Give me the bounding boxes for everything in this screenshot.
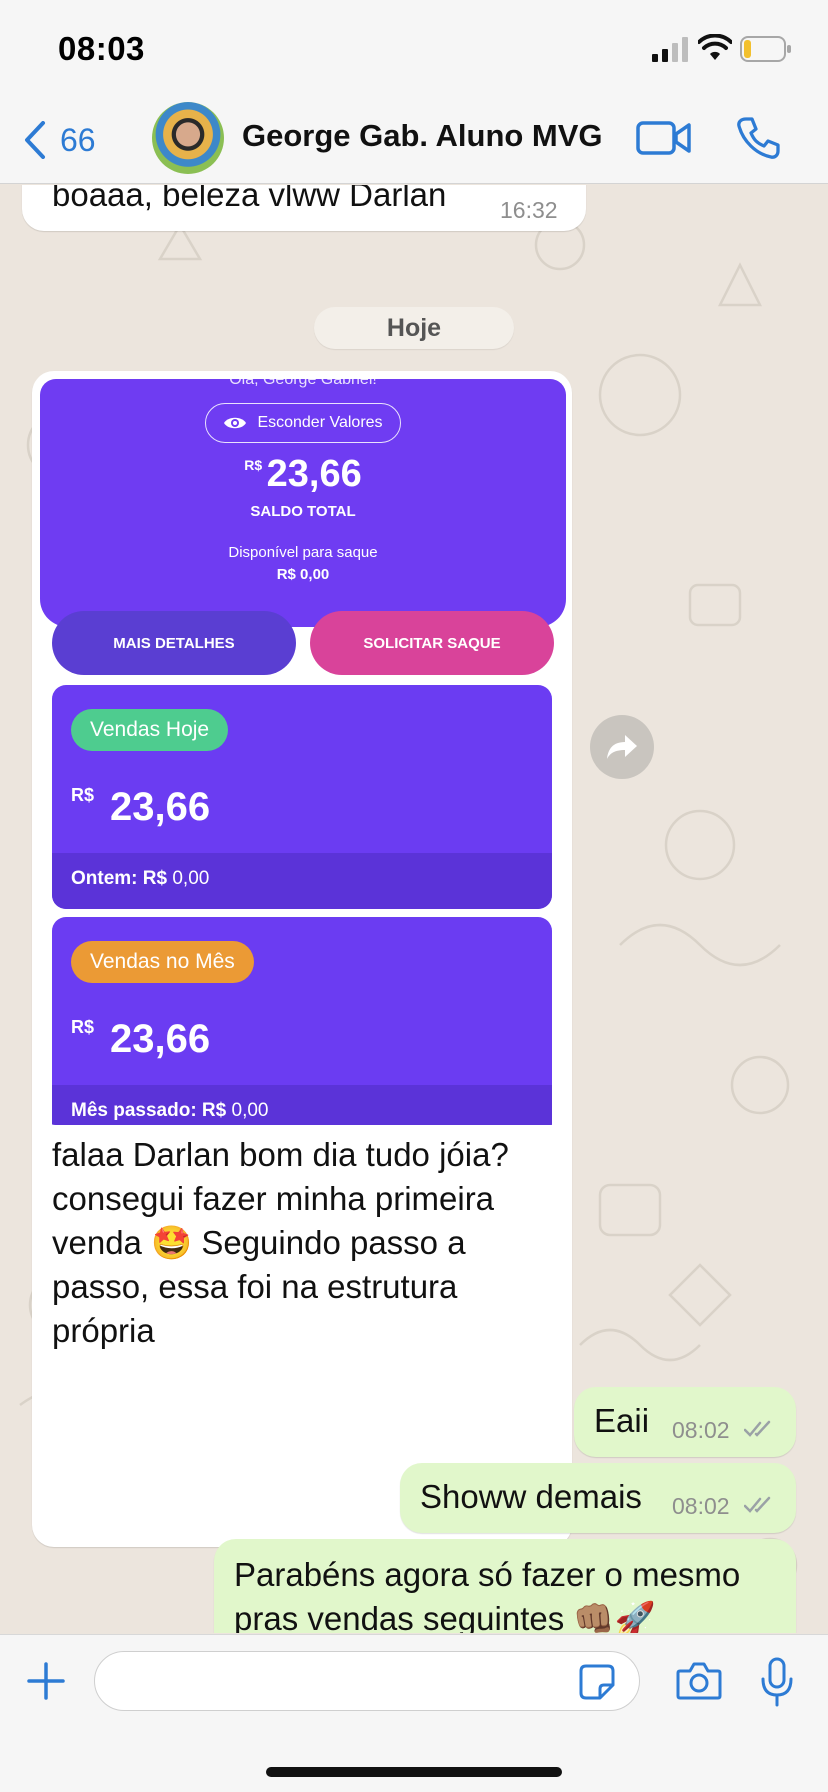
microphone-icon[interactable] [760, 1657, 794, 1707]
cellular-signal-icon [652, 37, 688, 62]
forward-button[interactable] [590, 715, 654, 779]
card-footer-label: Mês passado: R$ [71, 1100, 227, 1121]
message-text: boaaa, beleza vlww Darlan [52, 185, 447, 213]
caption-line: consegui fazer minha primeira [52, 1180, 495, 1217]
status-time: 08:03 [58, 30, 145, 67]
plus-icon[interactable] [26, 1661, 66, 1701]
read-receipt-icon [744, 1496, 771, 1513]
message-text: Eaii [594, 1402, 650, 1439]
caption-line: falaa Darlan bom dia tudo jóia? [52, 1136, 509, 1173]
back-chevron-icon [25, 121, 45, 159]
caption-line: própria [52, 1312, 155, 1349]
incoming-message[interactable]: boaaa, beleza vlww Darlan 16:32 [22, 185, 586, 231]
balance-currency: R$ [244, 457, 263, 473]
avatar[interactable] [152, 102, 224, 174]
outgoing-message[interactable]: Showw demais 08:02 [400, 1463, 796, 1533]
total-balance: R$ 23,66 [40, 453, 566, 496]
video-call-icon[interactable] [636, 120, 692, 156]
balance-label: SALDO TOTAL [250, 503, 356, 520]
details-button: MAIS DETALHES [52, 611, 296, 675]
message-line: pras vendas seguintes 👊🏽🚀 [234, 1600, 656, 1633]
wifi-icon [698, 34, 732, 60]
unread-count: 66 [60, 121, 96, 158]
composer-bar [0, 1634, 828, 1792]
card-footer: Ontem: R$ 0,00 [52, 853, 552, 909]
message-input[interactable] [94, 1651, 640, 1711]
battery-low-icon [740, 36, 791, 62]
available-label: Disponível para saque [228, 544, 378, 561]
card-value: 23,66 [110, 785, 211, 829]
outgoing-message[interactable]: Parabéns agora só fazer o mesmo pras ven… [214, 1539, 796, 1633]
sales-month-card: Vendas no Mês R$ 23,66 Mês passado: R$ 0… [52, 917, 552, 1125]
message-time: 08:02 [672, 1417, 730, 1443]
card-badge: Vendas no Mês [71, 941, 254, 983]
card-currency: R$ [71, 1017, 95, 1037]
available-value: R$ 0,00 [276, 566, 330, 583]
outgoing-message[interactable]: Eaii 08:02 [574, 1387, 796, 1457]
card-footer-value: 0,00 [231, 1100, 269, 1121]
message-line: Parabéns agora só fazer o mesmo [234, 1556, 741, 1593]
card-value: 23,66 [110, 1017, 211, 1061]
card-footer: Mês passado: R$ 0,00 [52, 1085, 552, 1125]
shared-screenshot[interactable]: Olá, George Gabriel! Esconder Valores R$… [40, 379, 566, 1125]
card-badge: Vendas Hoje [71, 709, 229, 751]
caption-line: venda 🤩 Seguindo passo a [52, 1224, 466, 1261]
message-text: Showw demais [420, 1478, 642, 1515]
card-footer-value: 0,00 [172, 868, 210, 889]
sales-today-card: Vendas Hoje R$ 23,66 Ontem: R$ 0,00 [52, 685, 552, 909]
withdraw-button: SOLICITAR SAQUE [310, 611, 554, 675]
caption-line: passo, essa foi na estrutura [52, 1268, 458, 1305]
balance-value: 23,66 [266, 453, 362, 495]
image-caption: falaa Darlan bom dia tudo jóia? consegui… [52, 1133, 552, 1353]
chat-area[interactable]: boaaa, beleza vlww Darlan 16:32 Hoje Olá… [0, 185, 828, 1633]
hide-values-button: Esconder Valores [205, 403, 401, 443]
message-time: 08:02 [672, 1493, 730, 1519]
card-currency: R$ [71, 785, 95, 805]
balance-panel: Olá, George Gabriel! Esconder Valores R$… [40, 379, 566, 627]
voice-call-icon[interactable] [736, 116, 780, 160]
status-bar: 08:03 [0, 0, 828, 92]
chat-header: 66 George Gab. Aluno MVG [0, 92, 828, 184]
incoming-image-message[interactable]: Olá, George Gabriel! Esconder Valores R$… [32, 371, 572, 1547]
read-receipt-icon [744, 1420, 771, 1437]
card-footer-label: Ontem: R$ [71, 868, 168, 889]
hide-values-label: Esconder Valores [257, 414, 383, 431]
camera-icon[interactable] [676, 1661, 722, 1701]
sticker-icon[interactable] [578, 1663, 616, 1701]
home-indicator [266, 1767, 562, 1777]
back-button[interactable]: 66 [24, 120, 96, 160]
contact-name[interactable]: George Gab. Aluno MVG [242, 118, 603, 154]
forward-arrow-icon [607, 735, 637, 759]
message-time: 16:32 [500, 197, 558, 223]
eye-icon [224, 417, 247, 429]
greeting-text: Olá, George Gabriel! [229, 379, 377, 388]
day-separator: Hoje [314, 307, 514, 349]
